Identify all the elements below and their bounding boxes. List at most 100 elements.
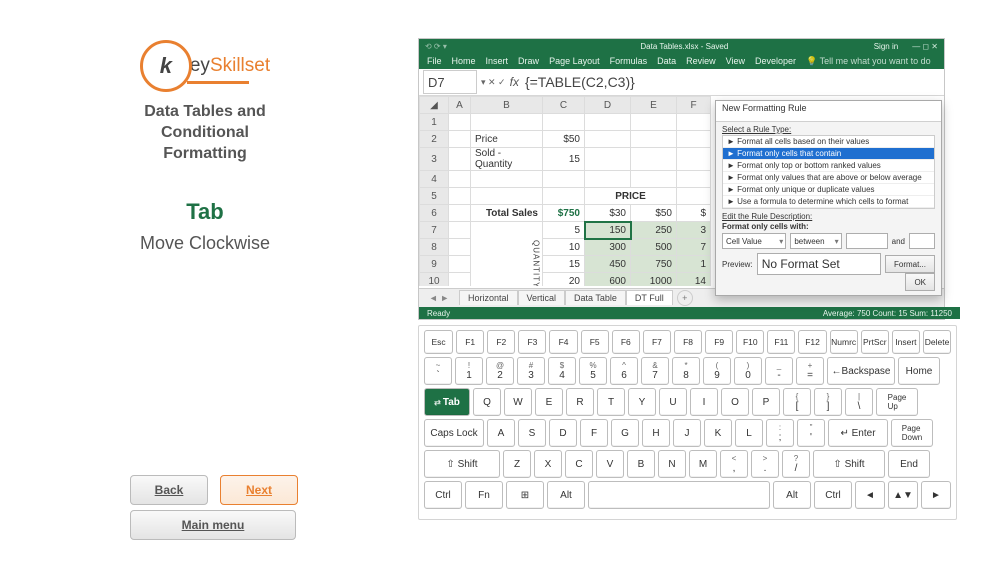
cell-D5[interactable]: PRICE <box>585 188 677 205</box>
key-fn[interactable]: Fn <box>465 481 503 509</box>
key-j[interactable]: J <box>673 419 701 447</box>
tell-me-search[interactable]: 💡 Tell me what you want to do <box>806 56 931 67</box>
key-0[interactable]: )0 <box>734 357 762 385</box>
key-1[interactable]: !1 <box>455 357 483 385</box>
key-t[interactable]: T <box>597 388 625 416</box>
signin-link[interactable]: Sign in <box>874 42 898 51</box>
col-C[interactable]: C <box>543 97 585 114</box>
ribbon-tabs[interactable]: File Home Insert Draw Page Layout Formul… <box>419 53 944 69</box>
key-alt[interactable]: Alt <box>547 481 585 509</box>
key-f2[interactable]: F2 <box>487 330 515 354</box>
cell-B6[interactable]: Total Sales <box>471 205 543 222</box>
cell-D10[interactable]: 600 <box>585 273 631 287</box>
row-10[interactable]: 10 <box>420 273 449 287</box>
key-pageup[interactable]: Page Up <box>876 388 918 416</box>
cell-F7[interactable]: 3 <box>677 222 711 239</box>
key-e[interactable]: E <box>535 388 563 416</box>
fx-icon[interactable]: fx <box>510 75 519 89</box>
row-1[interactable]: 1 <box>420 114 449 131</box>
quick-access-toolbar[interactable]: ⟲ ⟳ ▾ <box>425 42 495 51</box>
tab-pagelayout[interactable]: Page Layout <box>549 56 600 66</box>
key-n[interactable]: N <box>658 450 686 478</box>
ok-button[interactable]: OK <box>905 273 935 291</box>
cell-D6[interactable]: $30 <box>585 205 631 222</box>
key-i[interactable]: I <box>690 388 718 416</box>
key-shift-right[interactable]: ⇧ Shift <box>813 450 885 478</box>
key-prtscr[interactable]: PrtScr <box>861 330 889 354</box>
key-5[interactable]: %5 <box>579 357 607 385</box>
key-insert[interactable]: Insert <box>892 330 920 354</box>
key-space[interactable] <box>588 481 770 509</box>
cell-D9[interactable]: 450 <box>585 256 631 273</box>
key-f8[interactable]: F8 <box>674 330 702 354</box>
formula-text[interactable]: {=TABLE(C2,C3)} <box>525 74 635 90</box>
condition-operator-select[interactable]: between <box>790 233 841 249</box>
row-7[interactable]: 7 <box>420 222 449 239</box>
key-u[interactable]: U <box>659 388 687 416</box>
cell-E7[interactable]: 250 <box>631 222 677 239</box>
key-z[interactable]: Z <box>503 450 531 478</box>
key-.[interactable]: >. <box>751 450 779 478</box>
window-controls[interactable]: — ◻ ✕ <box>912 42 938 51</box>
sheet-tab-vertical[interactable]: Vertical <box>518 290 566 305</box>
key-capslock[interactable]: Caps Lock <box>424 419 484 447</box>
key-f11[interactable]: F11 <box>767 330 795 354</box>
cell-C10[interactable]: 20 <box>543 273 585 287</box>
row-9[interactable]: 9 <box>420 256 449 273</box>
key-h[interactable]: H <box>642 419 670 447</box>
rule-item-1[interactable]: ► Format only cells that contain <box>723 148 934 160</box>
sheet-tab-datatable[interactable]: Data Table <box>565 290 626 305</box>
key-f3[interactable]: F3 <box>518 330 546 354</box>
key-left[interactable]: ◄ <box>855 481 885 509</box>
key-f6[interactable]: F6 <box>612 330 640 354</box>
key-=[interactable]: += <box>796 357 824 385</box>
row-4[interactable]: 4 <box>420 171 449 188</box>
key-3[interactable]: #3 <box>517 357 545 385</box>
key-f1[interactable]: F1 <box>456 330 484 354</box>
cell-C2[interactable]: $50 <box>543 131 585 148</box>
key--[interactable]: _- <box>765 357 793 385</box>
rule-item-4[interactable]: ► Format only unique or duplicate values <box>723 184 934 196</box>
key-[[interactable]: {[ <box>783 388 811 416</box>
condition-object-select[interactable]: Cell Value <box>722 233 786 249</box>
key-f4[interactable]: F4 <box>549 330 577 354</box>
tab-formulas[interactable]: Formulas <box>610 56 648 66</box>
tab-file[interactable]: File <box>427 56 442 66</box>
cell-E6[interactable]: $50 <box>631 205 677 222</box>
key-updown[interactable]: ▲▼ <box>888 481 918 509</box>
sheet-tab-horizontal[interactable]: Horizontal <box>459 290 518 305</box>
key-l[interactable]: L <box>735 419 763 447</box>
key-/[interactable]: ?/ <box>782 450 810 478</box>
key-shift-left[interactable]: ⇧ Shift <box>424 450 500 478</box>
formula-bar-buttons[interactable]: ▾ ✕ ✓ <box>481 77 506 88</box>
main-menu-button[interactable]: Main menu <box>130 510 296 540</box>
select-all-triangle[interactable]: ◢ <box>420 97 449 114</box>
condition-value-2-input[interactable] <box>909 233 935 249</box>
key-c[interactable]: C <box>565 450 593 478</box>
col-A[interactable]: A <box>449 97 471 114</box>
key-b[interactable]: B <box>627 450 655 478</box>
key-pagedown[interactable]: Page Down <box>891 419 933 447</box>
cell-C9[interactable]: 15 <box>543 256 585 273</box>
key-;[interactable]: :; <box>766 419 794 447</box>
key-ctrl-r[interactable]: Ctrl <box>814 481 852 509</box>
sheet-tab-dtfull[interactable]: DT Full <box>626 290 673 305</box>
cell-C6[interactable]: $750 <box>543 205 585 222</box>
back-button[interactable]: Back <box>130 475 208 505</box>
row-6[interactable]: 6 <box>420 205 449 222</box>
key-f12[interactable]: F12 <box>798 330 826 354</box>
key-f9[interactable]: F9 <box>705 330 733 354</box>
name-box[interactable]: D7 <box>423 70 477 94</box>
col-E[interactable]: E <box>631 97 677 114</box>
cell-E8[interactable]: 500 <box>631 239 677 256</box>
key-7[interactable]: &7 <box>641 357 669 385</box>
rule-item-3[interactable]: ► Format only values that are above or b… <box>723 172 934 184</box>
key-right[interactable]: ► <box>921 481 951 509</box>
key-esc[interactable]: Esc <box>424 330 453 354</box>
key-delete[interactable]: Delete <box>923 330 951 354</box>
key-s[interactable]: S <box>518 419 546 447</box>
cell-C7[interactable]: 5 <box>543 222 585 239</box>
key-k[interactable]: K <box>704 419 732 447</box>
key-f5[interactable]: F5 <box>581 330 609 354</box>
key-x[interactable]: X <box>534 450 562 478</box>
